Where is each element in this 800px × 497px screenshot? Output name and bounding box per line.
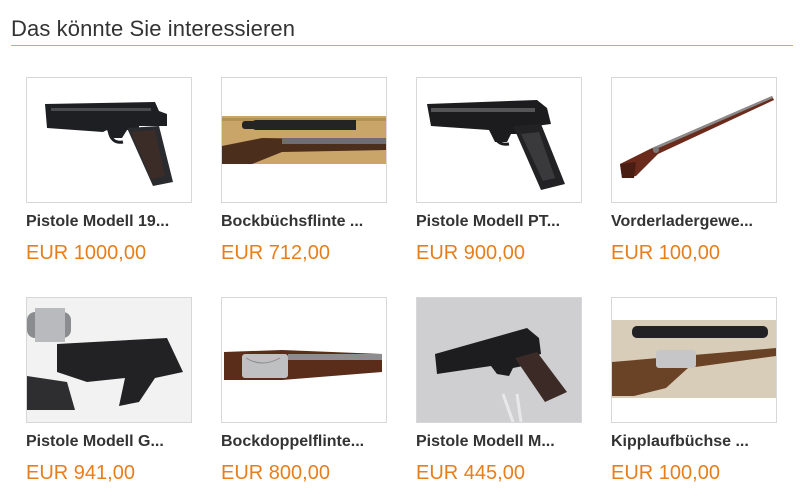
product-price: EUR 900,00 [416,242,525,264]
product-price: EUR 800,00 [221,462,330,484]
product-image-engraved-shotgun[interactable] [221,297,387,423]
product-price: EUR 712,00 [221,242,330,264]
product-image-scoped-rifle[interactable] [611,297,777,423]
product-card-3[interactable]: Pistole Modell PT... EUR 900,00 [416,77,586,277]
product-name[interactable]: Bockdoppelflinte... [221,433,391,451]
product-name[interactable]: Vorderladergewe... [611,213,781,231]
product-name[interactable]: Pistole Modell M... [416,433,586,451]
product-name[interactable]: Kipplaufbüchse ... [611,433,781,451]
product-name[interactable]: Pistole Modell G... [26,433,196,451]
product-card-8[interactable]: Kipplaufbüchse ... EUR 100,00 [611,297,781,497]
product-image-sport-pistol[interactable] [26,297,192,423]
product-card-2[interactable]: Bockbüchsflinte ... EUR 712,00 [221,77,391,277]
product-image-muzzleloader[interactable] [611,77,777,203]
product-image-pistol[interactable] [416,297,582,423]
product-image-pistol[interactable] [26,77,192,203]
product-price: EUR 941,00 [26,462,135,484]
product-card-7[interactable]: Pistole Modell M... EUR 445,00 [416,297,586,497]
product-price: EUR 100,00 [611,242,720,264]
product-card-1[interactable]: Pistole Modell 19... EUR 1000,00 [26,77,196,277]
product-card-5[interactable]: Pistole Modell G... EUR 941,00 [26,297,196,497]
product-image-shotgun-scope[interactable] [221,77,387,203]
product-grid: Pistole Modell 19... EUR 1000,00 Bockbüc… [0,0,800,494]
product-name[interactable]: Pistole Modell 19... [26,213,196,231]
product-image-pistol[interactable] [416,77,582,203]
product-card-6[interactable]: Bockdoppelflinte... EUR 800,00 [221,297,391,497]
product-price: EUR 100,00 [611,462,720,484]
product-card-4[interactable]: Vorderladergewe... EUR 100,00 [611,77,781,277]
product-price: EUR 1000,00 [26,242,147,264]
product-name[interactable]: Bockbüchsflinte ... [221,213,391,231]
product-price: EUR 445,00 [416,462,525,484]
product-name[interactable]: Pistole Modell PT... [416,213,586,231]
